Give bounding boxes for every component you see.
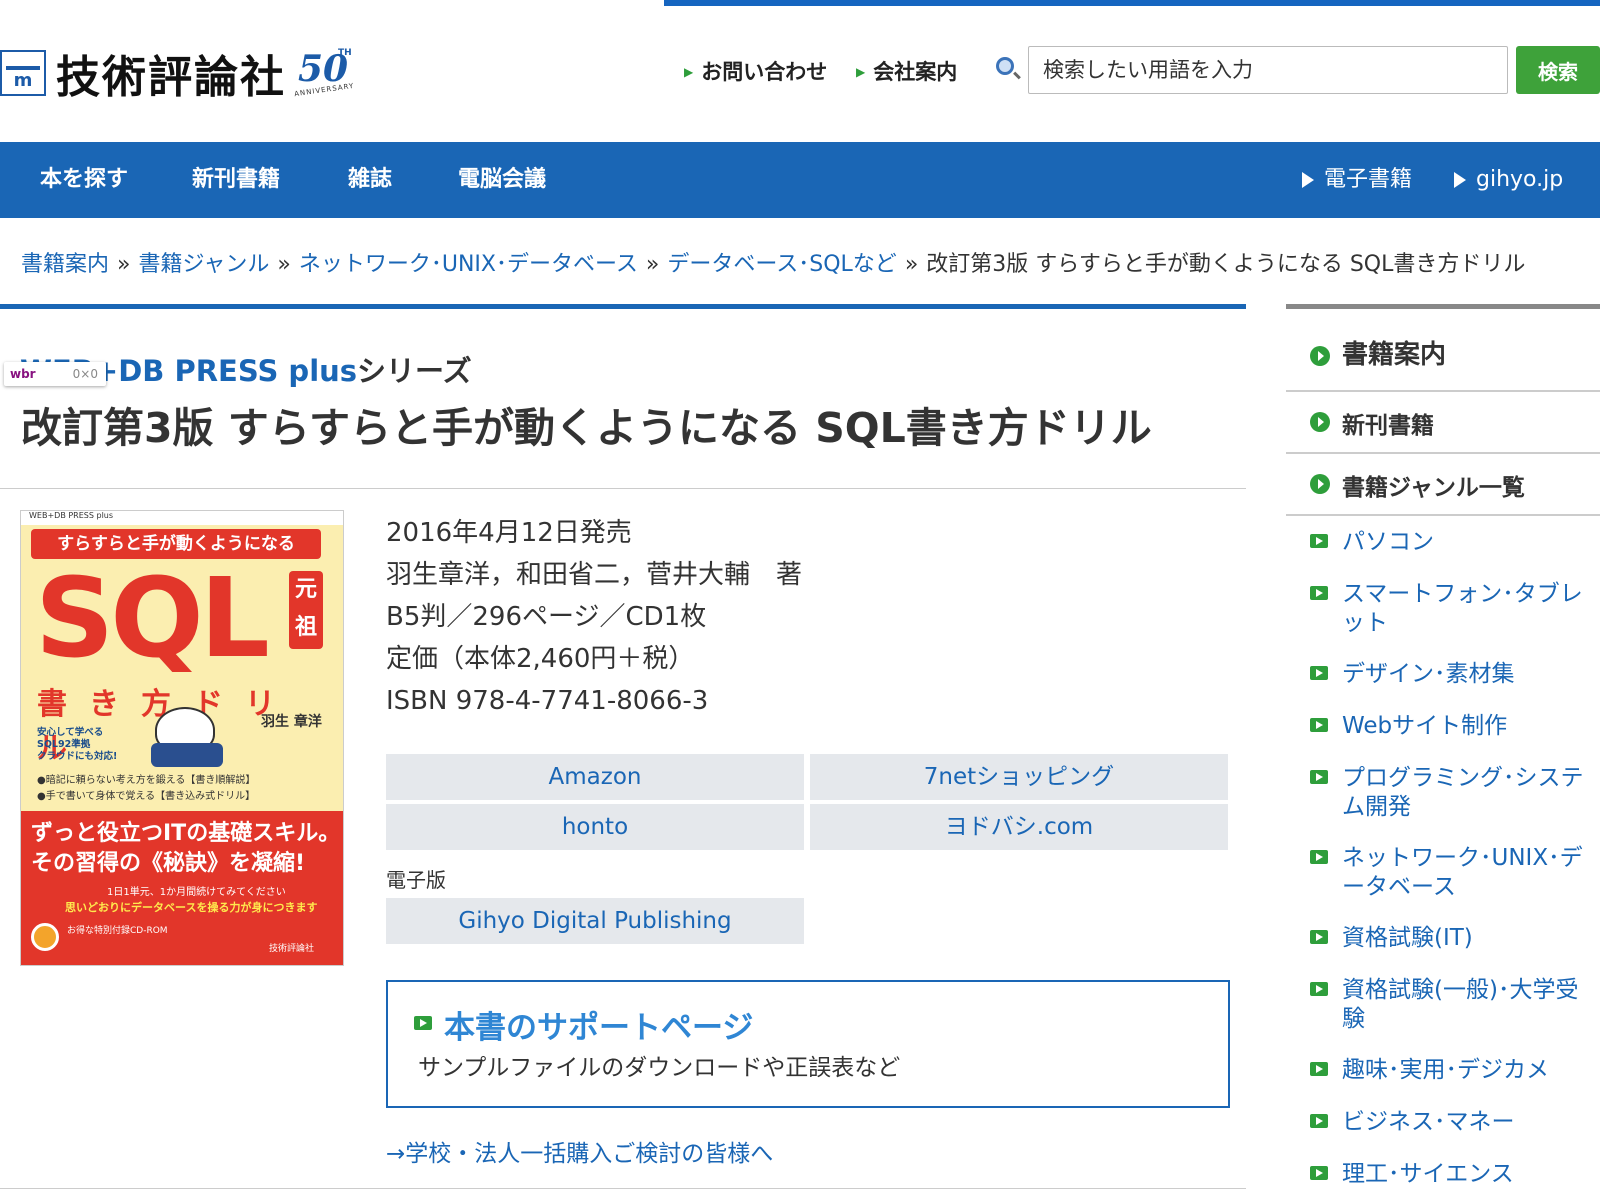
content-bottom-line: [0, 1188, 1246, 1189]
triangle-right-icon: ▶: [856, 65, 866, 79]
arrow-box-icon: [1310, 586, 1328, 600]
circle-arrow-icon: [1310, 474, 1330, 494]
arrow-box-icon: [1310, 982, 1328, 996]
book-meta: 2016年4月12日発売 羽生章洋，和田省二，菅井大輔 著 B5判／296ページ…: [386, 512, 802, 722]
shop-gihyo-digital-button[interactable]: Gihyo Digital Publishing: [386, 898, 804, 944]
arrow-box-icon: [1310, 666, 1328, 680]
page-title: 改訂第3版 すらすらと手が動くようになる SQL書き方ドリル: [21, 404, 1152, 452]
price: 定価（本体2,460円＋税）: [386, 644, 695, 674]
shop-honto-button[interactable]: honto: [386, 804, 804, 850]
breadcrumb-database[interactable]: データベース･SQLなど: [667, 252, 896, 277]
arrow-box-icon: [1310, 850, 1328, 864]
circle-arrow-icon: [1310, 412, 1330, 432]
ebook-label: 電子版: [386, 868, 446, 892]
top-accent-line: [664, 0, 1600, 6]
isbn: ISBN 978-4-7741-8066-3: [386, 686, 709, 716]
circle-arrow-icon: [1310, 346, 1330, 366]
book-cover: WEB+DB PRESS plus すらすらと手が動くようになる SQL 元祖 …: [20, 510, 344, 966]
breadcrumb-books[interactable]: 書籍案内: [21, 252, 109, 277]
main-nav: 本を探す 新刊書籍 雑誌 電脳会議 電子書籍 gihyo.jp: [0, 142, 1600, 218]
anniversary-badge: 50 TH ANNIVERSARY: [293, 48, 355, 99]
arrow-box-icon: [414, 1016, 432, 1030]
sidebar-top-line: [1286, 304, 1600, 309]
title-divider: [0, 488, 1246, 489]
car-illustration: [151, 743, 223, 767]
nav-find-books[interactable]: 本を探す: [40, 142, 128, 218]
support-desc: サンプルファイルのダウンロードや正誤表など: [418, 1055, 901, 1081]
cd-icon: [31, 923, 59, 951]
support-page-box[interactable]: 本書のサポートページ サンプルファイルのダウンロードや正誤表など: [386, 980, 1230, 1108]
nav-ebooks[interactable]: 電子書籍: [1302, 142, 1412, 218]
search-icon: [996, 57, 1014, 75]
arrow-box-icon: [1310, 534, 1328, 548]
arrow-box-icon: [1310, 718, 1328, 732]
logo-mark-icon: m: [0, 50, 46, 96]
arrow-box-icon: [1310, 770, 1328, 784]
sidebar-books-guide[interactable]: 書籍案内: [1286, 322, 1600, 390]
search-input[interactable]: [1028, 46, 1508, 94]
sidebar-new-books[interactable]: 新刊書籍: [1286, 392, 1600, 452]
arrow-box-icon: [1310, 1062, 1328, 1076]
arrow-box-icon: [1310, 1114, 1328, 1128]
breadcrumb-network[interactable]: ネットワーク･UNIX･データベース: [299, 252, 638, 277]
release-date: 2016年4月12日発売: [386, 518, 632, 548]
corporate-purchase-link[interactable]: →学校・法人一括購入ご検討の皆様へ: [386, 1134, 773, 1168]
nav-gihyo-jp[interactable]: gihyo.jp: [1454, 142, 1563, 218]
support-title[interactable]: 本書のサポートページ: [444, 1002, 753, 1047]
play-arrow-icon: [1302, 172, 1314, 188]
breadcrumb-current: 改訂第3版 すらすらと手が動くようになる SQL書き方ドリル: [926, 252, 1526, 277]
nav-new-books[interactable]: 新刊書籍: [192, 142, 280, 218]
content-top-line: [0, 304, 1246, 309]
triangle-right-icon: ▶: [684, 65, 694, 79]
site-logo[interactable]: m 技術評論社 50 TH ANNIVERSARY: [0, 48, 358, 103]
shop-yodobashi-button[interactable]: ヨドバシ.com: [810, 804, 1228, 850]
devtools-tooltip: wbr 0×0: [4, 362, 106, 386]
nav-dennou-kaigi[interactable]: 電脳会議: [458, 142, 546, 218]
logo-text: 技術評論社: [56, 52, 286, 103]
shop-amazon-button[interactable]: Amazon: [386, 754, 804, 800]
arrow-box-icon: [1310, 930, 1328, 944]
play-arrow-icon: [1454, 172, 1466, 188]
authors: 羽生章洋，和田省二，菅井大輔 著: [386, 560, 803, 590]
breadcrumb: 書籍案内» 書籍ジャンル» ネットワーク･UNIX･データベース» データベース･SQ…: [21, 252, 1526, 277]
nav-magazines[interactable]: 雑誌: [348, 142, 392, 218]
company-info-link[interactable]: ▶ 会社案内: [856, 56, 957, 86]
search-button[interactable]: 検索: [1516, 46, 1600, 94]
book-format: B5判／296ページ／CD1枚: [386, 602, 707, 632]
sidebar-divider: [1286, 514, 1600, 516]
sidebar-genre-list[interactable]: 書籍ジャンル一覧: [1286, 454, 1600, 514]
contact-link[interactable]: ▶ お問い合わせ: [684, 56, 827, 86]
shop-7net-button[interactable]: 7netショッピング: [810, 754, 1228, 800]
arrow-box-icon: [1310, 1166, 1328, 1180]
breadcrumb-genres[interactable]: 書籍ジャンル: [138, 252, 269, 277]
